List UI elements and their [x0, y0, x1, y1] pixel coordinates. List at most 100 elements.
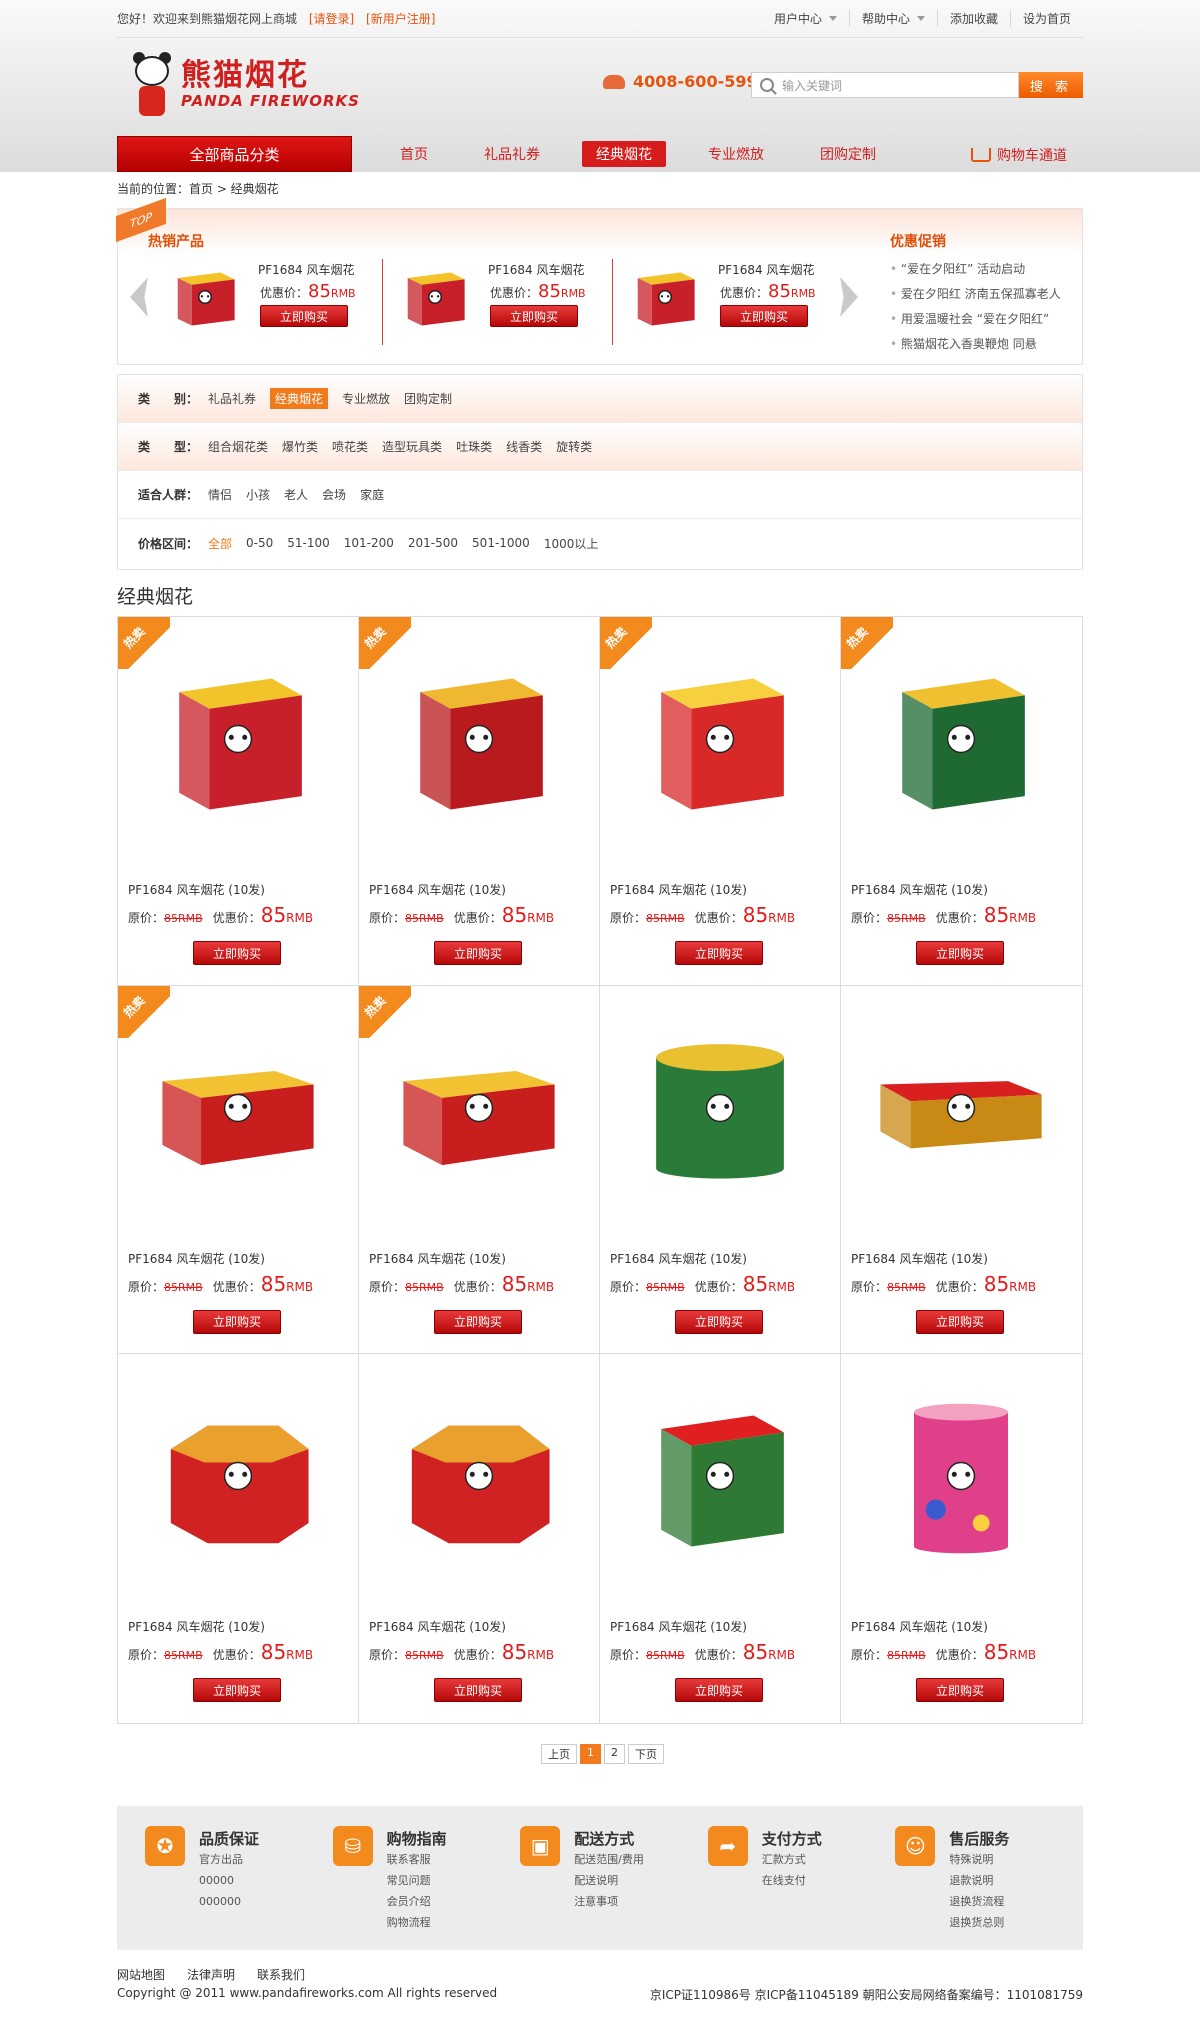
all-categories-button[interactable]: 全部商品分类: [117, 136, 352, 172]
filter-option[interactable]: 情侣: [208, 486, 232, 503]
service-link[interactable]: 00000: [199, 1870, 259, 1891]
service-link[interactable]: 退款说明: [949, 1870, 1009, 1891]
buy-now-button[interactable]: 立即购买: [720, 305, 808, 327]
promo-link[interactable]: “爱在夕阳红” 活动启动: [890, 257, 1061, 282]
filter-option[interactable]: 501-1000: [472, 536, 530, 550]
service-link[interactable]: 会员介绍: [387, 1891, 447, 1912]
product-name[interactable]: PF1684 风车烟花 (10发): [610, 881, 747, 898]
search-input[interactable]: 输入关键词: [751, 72, 1019, 98]
service-link[interactable]: 退换货流程: [949, 1891, 1009, 1912]
footer-link[interactable]: 法律声明: [187, 1966, 235, 1983]
nav-item-1[interactable]: 礼品礼券: [470, 141, 554, 167]
product-image[interactable]: [636, 655, 804, 823]
filter-option[interactable]: 0-50: [246, 536, 273, 550]
service-link[interactable]: 联系客服: [387, 1849, 447, 1870]
product-name[interactable]: PF1684 风车烟花 (10发): [851, 881, 988, 898]
product-image[interactable]: [154, 1392, 322, 1560]
set-homepage-link[interactable]: 设为首页: [1009, 10, 1083, 27]
hot-product-item[interactable]: PF1684 风车烟花 优惠价：85RMB 立即购买: [626, 261, 846, 345]
product-image[interactable]: [395, 1024, 563, 1192]
buy-now-button[interactable]: 立即购买: [675, 1309, 763, 1334]
service-link[interactable]: 官方出品: [199, 1849, 259, 1870]
page-number-button[interactable]: 1: [580, 1744, 601, 1764]
product-image[interactable]: [877, 1392, 1045, 1560]
buy-now-button[interactable]: 立即购买: [434, 1678, 522, 1703]
product-image[interactable]: [154, 1024, 322, 1192]
filter-option[interactable]: 会场: [322, 486, 346, 503]
service-link[interactable]: 在线支付: [762, 1870, 822, 1891]
product-image[interactable]: [154, 655, 322, 823]
filter-option[interactable]: 家庭: [360, 486, 384, 503]
product-name[interactable]: PF1684 风车烟花 (10发): [851, 1250, 988, 1267]
product-name[interactable]: PF1684 风车烟花 (10发): [128, 1250, 265, 1267]
filter-option[interactable]: 专业燃放: [342, 390, 390, 407]
filter-option[interactable]: 101-200: [344, 536, 394, 550]
buy-now-button[interactable]: 立即购买: [675, 1678, 763, 1703]
filter-option[interactable]: 全部: [208, 535, 232, 552]
search-button[interactable]: 搜 索: [1019, 72, 1083, 98]
next-page-button[interactable]: 下页: [628, 1744, 664, 1764]
service-link[interactable]: 配送范围/费用: [574, 1849, 644, 1870]
product-image[interactable]: [636, 1024, 804, 1192]
carousel-prev-arrow-icon[interactable]: [130, 277, 148, 317]
filter-option[interactable]: 51-100: [287, 536, 330, 550]
buy-now-button[interactable]: 立即购买: [916, 941, 1004, 965]
hot-product-item[interactable]: PF1684 风车烟花 优惠价：85RMB 立即购买: [166, 261, 386, 345]
service-link[interactable]: 注意事项: [574, 1891, 644, 1912]
nav-item-3[interactable]: 专业燃放: [694, 141, 778, 167]
service-link[interactable]: 特殊说明: [949, 1849, 1009, 1870]
product-image[interactable]: [877, 1024, 1045, 1192]
filter-option[interactable]: 组合烟花类: [208, 438, 268, 455]
filter-option[interactable]: 吐珠类: [456, 438, 492, 455]
user-center-link[interactable]: 用户中心: [762, 10, 849, 27]
service-link[interactable]: 退换货总则: [949, 1912, 1009, 1933]
product-name[interactable]: PF1684 风车烟花 (10发): [610, 1618, 747, 1635]
product-image[interactable]: [395, 1392, 563, 1560]
buy-now-button[interactable]: 立即购买: [434, 941, 522, 965]
filter-option[interactable]: 201-500: [408, 536, 458, 550]
product-image[interactable]: [166, 263, 244, 331]
product-image[interactable]: [626, 263, 704, 331]
help-center-link[interactable]: 帮助中心: [848, 10, 937, 27]
filter-option[interactable]: 旋转类: [556, 438, 592, 455]
product-image[interactable]: [636, 1392, 804, 1560]
buy-now-button[interactable]: 立即购买: [916, 1309, 1004, 1334]
buy-now-button[interactable]: 立即购买: [675, 941, 763, 965]
promo-link[interactable]: 熊猫烟花入香奥鞭炮 同悬: [890, 332, 1061, 357]
service-link[interactable]: 配送说明: [574, 1870, 644, 1891]
register-link[interactable]: [新用户注册]: [366, 12, 435, 26]
filter-option[interactable]: 喷花类: [332, 438, 368, 455]
product-name[interactable]: PF1684 风车烟花 (10发): [369, 881, 506, 898]
page-number-button[interactable]: 2: [604, 1744, 625, 1764]
product-image[interactable]: [877, 655, 1045, 823]
product-name[interactable]: PF1684 风车烟花 (10发): [128, 1618, 265, 1635]
add-favorite-link[interactable]: 添加收藏: [936, 10, 1010, 27]
prev-page-button[interactable]: 上页: [541, 1744, 577, 1764]
filter-option[interactable]: 小孩: [246, 486, 270, 503]
filter-option[interactable]: 团购定制: [404, 390, 452, 407]
buy-now-button[interactable]: 立即购买: [260, 305, 348, 327]
cart-link[interactable]: 购物车通道: [971, 145, 1067, 165]
footer-link[interactable]: 联系我们: [257, 1966, 305, 1983]
buy-now-button[interactable]: 立即购买: [916, 1678, 1004, 1703]
product-name[interactable]: PF1684 风车烟花 (10发): [128, 881, 265, 898]
buy-now-button[interactable]: 立即购买: [193, 941, 281, 965]
buy-now-button[interactable]: 立即购买: [434, 1309, 522, 1334]
service-link[interactable]: 汇款方式: [762, 1849, 822, 1870]
nav-item-0[interactable]: 首页: [386, 141, 442, 167]
product-image[interactable]: [395, 655, 563, 823]
promo-link[interactable]: 爱在夕阳红 济南五保孤寡老人: [890, 282, 1061, 307]
buy-now-button[interactable]: 立即购买: [193, 1678, 281, 1703]
buy-now-button[interactable]: 立即购买: [490, 305, 578, 327]
nav-item-4[interactable]: 团购定制: [806, 141, 890, 167]
product-name[interactable]: PF1684 风车烟花 (10发): [851, 1618, 988, 1635]
footer-link[interactable]: 网站地图: [117, 1966, 165, 1983]
filter-option[interactable]: 经典烟花: [270, 388, 329, 409]
filter-option[interactable]: 1000以上: [544, 535, 599, 552]
filter-option[interactable]: 礼品礼券: [208, 390, 256, 407]
site-logo[interactable]: 熊猫烟花 PANDA FIREWORKS: [129, 52, 360, 118]
filter-option[interactable]: 线香类: [506, 438, 542, 455]
service-link[interactable]: 常见问题: [387, 1870, 447, 1891]
hot-product-item[interactable]: PF1684 风车烟花 优惠价：85RMB 立即购买: [396, 261, 616, 345]
filter-option[interactable]: 造型玩具类: [382, 438, 442, 455]
